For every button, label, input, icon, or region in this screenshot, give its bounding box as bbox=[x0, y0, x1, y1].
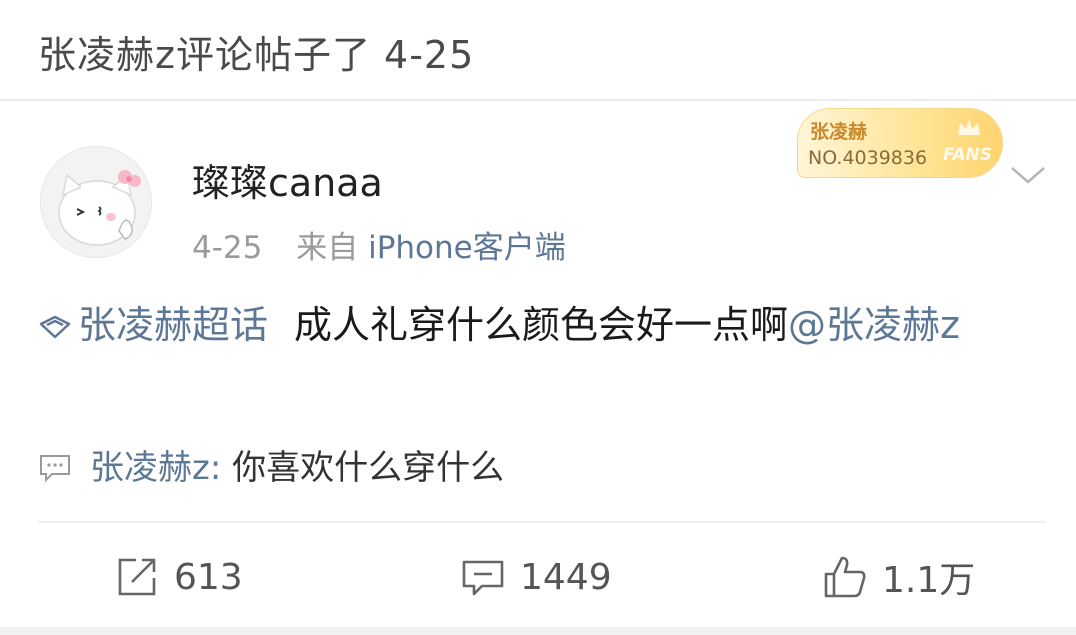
comment-count: 1449 bbox=[520, 556, 612, 598]
fans-badge-name: 张凌赫 bbox=[810, 121, 868, 143]
fans-badge-label: FANS bbox=[942, 145, 992, 165]
reply-author[interactable]: 张凌赫z: bbox=[90, 448, 221, 488]
post-meta: 4-25 来自 iPhone客户端 bbox=[192, 222, 566, 267]
repost-button[interactable]: 613 bbox=[114, 552, 243, 602]
post-body: 张凌赫超话 成人礼穿什么颜色会好一点啊@张凌赫z bbox=[38, 296, 1028, 354]
like-icon bbox=[824, 556, 866, 598]
header-divider bbox=[0, 99, 1076, 101]
post-date: 4-25 bbox=[192, 230, 263, 266]
supertopic-label: 张凌赫超话 bbox=[78, 303, 269, 347]
supertopic-link[interactable]: 张凌赫超话 bbox=[38, 303, 268, 347]
reply-text: 你喜欢什么穿什么 bbox=[221, 448, 505, 488]
mention-link[interactable]: @张凌赫z bbox=[788, 303, 960, 347]
comment-button[interactable]: 1449 bbox=[460, 552, 612, 602]
avatar[interactable] bbox=[40, 146, 152, 258]
like-count: 1.1万 bbox=[882, 560, 976, 601]
more-options-button[interactable] bbox=[1008, 160, 1048, 190]
pinned-reply[interactable]: 张凌赫z: 你喜欢什么穿什么 bbox=[38, 440, 504, 489]
fans-badge-number: NO.4039836 bbox=[808, 147, 928, 169]
page-title: 张凌赫z评论帖子了 4-25 bbox=[38, 33, 475, 77]
author-name[interactable]: 璨璨canaa bbox=[192, 152, 383, 207]
like-button[interactable]: 1.1万 bbox=[822, 552, 975, 602]
bottom-separator bbox=[0, 627, 1076, 635]
source-prefix: 来自 bbox=[296, 230, 359, 266]
source-device: iPhone客户端 bbox=[368, 230, 566, 266]
comment-icon bbox=[462, 560, 504, 596]
chevron-down-icon bbox=[1011, 167, 1045, 184]
post-text: 成人礼穿什么颜色会好一点啊 bbox=[294, 303, 789, 347]
weibo-post-screen: 张凌赫z评论帖子了 4-25 璨璨canaa 4-25 来自 iPhone客户端… bbox=[0, 0, 1076, 635]
action-divider bbox=[38, 521, 1046, 523]
supertopic-icon bbox=[39, 315, 71, 339]
repost-icon bbox=[118, 558, 156, 596]
repost-count: 613 bbox=[174, 556, 243, 598]
crown-icon bbox=[958, 119, 980, 135]
avatar-kitty-icon bbox=[41, 147, 151, 257]
fans-badge[interactable]: 张凌赫 NO.4039836 FANS bbox=[797, 108, 1003, 178]
comment-bubble-icon bbox=[40, 455, 70, 483]
